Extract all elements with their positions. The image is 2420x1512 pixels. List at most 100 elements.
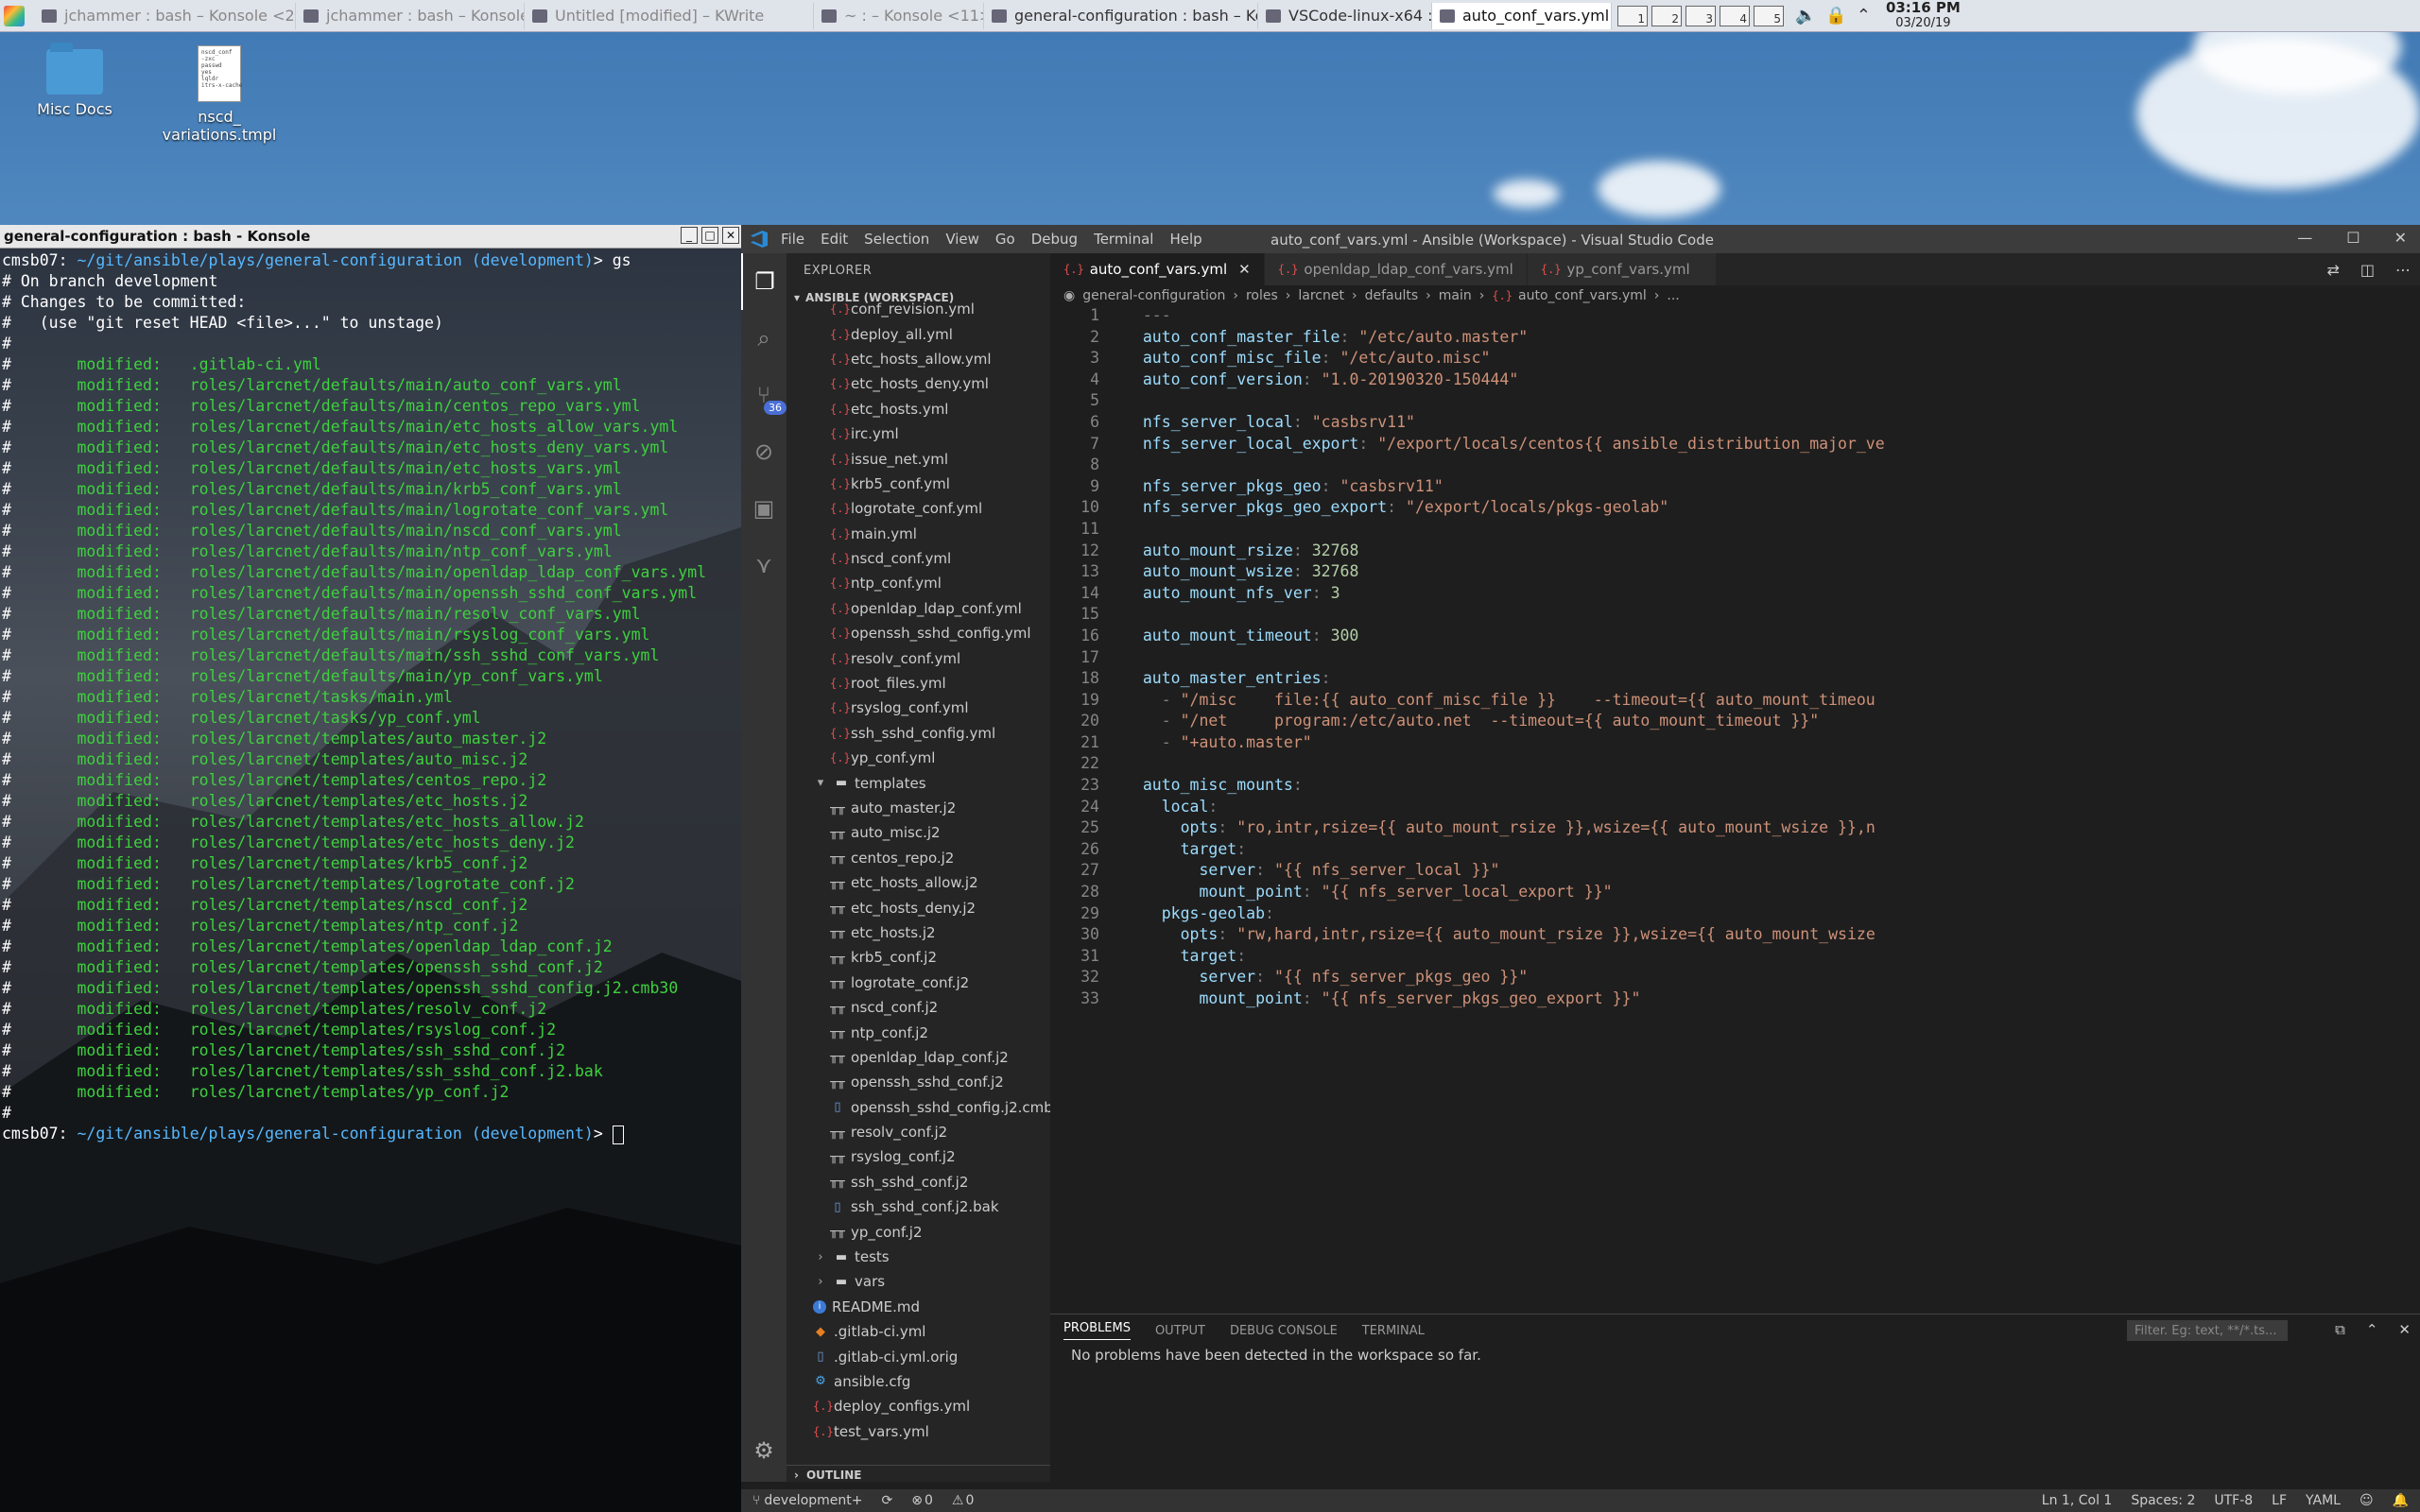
explorer-item[interactable]: {.} etc_hosts.yml xyxy=(786,397,1050,421)
explorer-item[interactable]: ╥╥ etc_hosts_deny.j2 xyxy=(786,895,1050,919)
explorer-item[interactable]: {.} krb5_conf.yml xyxy=(786,472,1050,496)
editor-tab[interactable]: {.} auto_conf_vars.yml ✕ xyxy=(1050,253,1265,285)
extensions-icon[interactable]: ▣ xyxy=(741,480,786,537)
warning-count[interactable]: 0 xyxy=(965,1493,974,1508)
explorer-item[interactable]: ▯ .gitlab-ci.yml.orig xyxy=(786,1344,1050,1368)
desktop-5[interactable]: 5 xyxy=(1754,5,1784,26)
explorer-item[interactable]: ╥╥ rsyslog_conf.j2 xyxy=(786,1144,1050,1169)
explorer-item[interactable]: {.} ntp_conf.yml xyxy=(786,571,1050,595)
lock-icon[interactable]: 🔒 xyxy=(1825,6,1846,26)
explorer-item[interactable]: ▾ ▬ templates xyxy=(786,770,1050,795)
source-control-icon[interactable]: ⑂ 36 xyxy=(741,367,786,423)
minimize-button[interactable]: _ xyxy=(681,227,698,244)
menu-view[interactable]: View xyxy=(945,231,979,248)
taskbar-task[interactable]: VSCode-linux-x64 : bash – Konsole xyxy=(1258,2,1432,29)
encoding[interactable]: UTF-8 xyxy=(2214,1493,2253,1508)
explorer-item[interactable]: ▯ ssh_sshd_conf.j2.bak xyxy=(786,1194,1050,1219)
notifications-icon[interactable]: 🔔 xyxy=(2393,1493,2409,1508)
more-actions-icon[interactable]: ⋯ xyxy=(2395,261,2411,279)
explorer-item[interactable]: ╥╥ nscd_conf.j2 xyxy=(786,995,1050,1020)
explorer-item[interactable]: ╥╥ ssh_sshd_conf.j2 xyxy=(786,1170,1050,1194)
explorer-item[interactable]: {.} test_vars.yml xyxy=(786,1419,1050,1444)
explorer-item[interactable]: {.} deploy_all.yml xyxy=(786,321,1050,346)
explorer-item[interactable]: {.} ssh_sshd_config.yml xyxy=(786,721,1050,746)
explorer-item[interactable]: {.} issue_net.yml xyxy=(786,446,1050,471)
explorer-item[interactable]: ▯ openssh_sshd_config.j2.cmb30 xyxy=(786,1095,1050,1120)
explorer-item[interactable]: › ▬ vars xyxy=(786,1269,1050,1294)
taskbar-task[interactable]: ~ : – Konsole <11> xyxy=(814,2,984,29)
explorer-item[interactable]: i README.md xyxy=(786,1295,1050,1319)
explorer-item[interactable]: ⚙ ansible.cfg xyxy=(786,1369,1050,1394)
explorer-item[interactable]: ╥╥ openssh_sshd_conf.j2 xyxy=(786,1070,1050,1094)
explorer-item[interactable]: {.} main.yml xyxy=(786,522,1050,546)
terminal-output[interactable]: cmsb07: ~/git/ansible/plays/general-conf… xyxy=(0,249,741,1144)
menu-terminal[interactable]: Terminal xyxy=(1094,231,1153,248)
language-mode[interactable]: YAML xyxy=(2306,1493,2341,1508)
settings-gear-icon[interactable]: ⚙ xyxy=(741,1437,786,1464)
konsole-title-bar[interactable]: general-configuration : bash - Konsole _… xyxy=(0,225,741,249)
explorer-item[interactable]: {.} deploy_configs.yml xyxy=(786,1394,1050,1418)
explorer-item[interactable]: {.} irc.yml xyxy=(786,421,1050,446)
outline-section[interactable]: › OUTLINE xyxy=(786,1465,1058,1485)
panel-tab-problems[interactable]: PROBLEMS xyxy=(1063,1321,1131,1340)
explorer-item[interactable]: {.} nscd_conf.yml xyxy=(786,546,1050,571)
desktop-3[interactable]: 3 xyxy=(1685,5,1716,26)
editor-tab[interactable]: {.} yp_conf_vars.yml xyxy=(1527,253,1717,285)
explorer-item[interactable]: {.} resolv_conf.yml xyxy=(786,645,1050,670)
maximize-panel-icon[interactable]: ⌃ xyxy=(2366,1321,2378,1338)
panel-tab-output[interactable]: OUTPUT xyxy=(1155,1324,1205,1338)
expand-tray-icon[interactable]: ⌃ xyxy=(1857,6,1871,26)
collapse-all-icon[interactable]: ⧉ xyxy=(2335,1321,2345,1338)
error-count[interactable]: 0 xyxy=(925,1493,933,1508)
indentation[interactable]: Spaces: 2 xyxy=(2131,1493,2195,1508)
desktop-1[interactable]: 1 xyxy=(1617,5,1648,26)
breadcrumb-item[interactable]: main xyxy=(1439,288,1472,303)
taskbar-task[interactable]: Untitled [modified] – KWrite xyxy=(525,2,814,29)
explorer-item[interactable]: ╥╥ etc_hosts.j2 xyxy=(786,920,1050,945)
breadcrumb-item[interactable]: general-configuration xyxy=(1082,288,1225,303)
code-editor[interactable]: 1 --- 2 auto_conf_master_file: "/etc/auto… xyxy=(1050,306,2420,1011)
breadcrumb-item[interactable]: ... xyxy=(1667,288,1679,303)
explorer-item[interactable]: {.} logrotate_conf.yml xyxy=(786,496,1050,521)
split-editor-icon[interactable]: ◫ xyxy=(2360,261,2375,279)
debug-icon[interactable]: ⊘ xyxy=(741,423,786,480)
explorer-item[interactable]: ╥╥ auto_misc.j2 xyxy=(786,820,1050,845)
volume-icon[interactable]: 🔈 xyxy=(1795,6,1816,26)
explorer-item[interactable]: {.} conf_revision.yml xyxy=(786,297,1050,321)
menu-go[interactable]: Go xyxy=(995,231,1015,248)
line-ending[interactable]: LF xyxy=(2272,1493,2287,1508)
explorer-item[interactable]: {.} root_files.yml xyxy=(786,671,1050,696)
taskbar-task[interactable]: auto_conf_vars.yml · Ansible (Workspace) xyxy=(1432,2,1612,29)
explorer-item[interactable]: ╥╥ auto_master.j2 xyxy=(786,796,1050,820)
desktop-4[interactable]: 4 xyxy=(1720,5,1750,26)
explorer-item[interactable]: ╥╥ resolv_conf.j2 xyxy=(786,1120,1050,1144)
konsole-window[interactable]: general-configuration : bash - Konsole _… xyxy=(0,225,741,1512)
explorer-item[interactable]: {.} yp_conf.yml xyxy=(786,746,1050,770)
desktop-icon-misc-docs[interactable]: Misc Docs xyxy=(4,43,146,118)
panel-tab-terminal[interactable]: TERMINAL xyxy=(1362,1324,1425,1338)
close-button[interactable]: ✕ xyxy=(2394,229,2407,247)
explorer-item[interactable]: ╥╥ yp_conf.j2 xyxy=(786,1219,1050,1244)
application-launcher-icon[interactable] xyxy=(4,5,25,26)
explorer-item[interactable]: {.} etc_hosts_allow.yml xyxy=(786,347,1050,371)
breadcrumb-item[interactable]: roles xyxy=(1246,288,1278,303)
maximize-button[interactable]: □ xyxy=(701,227,718,244)
close-panel-icon[interactable]: ✕ xyxy=(2398,1321,2411,1338)
maximize-button[interactable]: ☐ xyxy=(2346,229,2360,247)
feedback-icon[interactable]: ☺ xyxy=(2360,1493,2374,1508)
explorer-item[interactable]: › ▬ tests xyxy=(786,1245,1050,1269)
explorer-item[interactable]: {.} openssh_sshd_config.yml xyxy=(786,621,1050,645)
problems-filter-input[interactable]: Filter. Eg: text, **/*.ts... xyxy=(2127,1320,2288,1341)
explorer-icon[interactable]: ❐ xyxy=(741,253,786,310)
menu-edit[interactable]: Edit xyxy=(821,231,848,248)
explorer-item[interactable]: ╥╥ logrotate_conf.j2 xyxy=(786,971,1050,995)
cursor-position[interactable]: Ln 1, Col 1 xyxy=(2042,1493,2113,1508)
taskbar-task[interactable]: jchammer : bash – Konsole xyxy=(296,2,525,29)
breadcrumb-item[interactable]: defaults xyxy=(1365,288,1419,303)
explorer-item[interactable]: ╥╥ openldap_ldap_conf.j2 xyxy=(786,1045,1050,1070)
editor-area[interactable]: {.} auto_conf_vars.yml ✕ {.} openldap_ldap_c… xyxy=(1050,253,2420,1482)
panel-tab-debug-console[interactable]: DEBUG CONSOLE xyxy=(1230,1324,1338,1338)
explorer-item[interactable]: {.} etc_hosts_deny.yml xyxy=(786,371,1050,396)
menu-selection[interactable]: Selection xyxy=(864,231,929,248)
vscode-window[interactable]: File Edit Selection View Go Debug Terminal Help… xyxy=(741,225,2420,1512)
